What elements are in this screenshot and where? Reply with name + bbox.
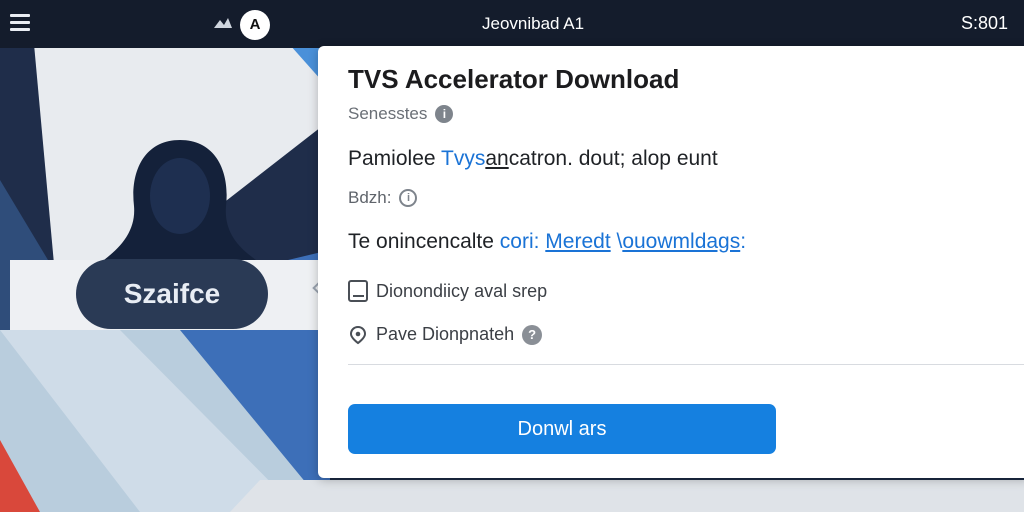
- option2-label: Pave Dionpnateh: [376, 324, 515, 344]
- option-row-1[interactable]: Dionondiicy aval srep: [348, 280, 547, 302]
- profile-name-pill[interactable]: Szaifce: [76, 259, 268, 329]
- option-row-2[interactable]: Pave Dionpnateh ?: [348, 324, 543, 345]
- app-logo[interactable]: A: [240, 10, 270, 40]
- link-colon: :: [740, 230, 747, 253]
- info-icon[interactable]: i: [435, 105, 454, 123]
- top-bar: A Jeovnibad A1 S:801: [0, 0, 1024, 48]
- document-icon: [348, 280, 368, 302]
- detail-label: Bdzh:: [348, 188, 392, 207]
- dialog-title: TVS Accelerator Download: [348, 64, 680, 94]
- option1-label: Dionondiicy: [376, 280, 470, 301]
- description-rest: catron. dout; alop eunt: [508, 147, 718, 170]
- download-dialog: TVS Accelerator Download Senesstes i Pam…: [318, 46, 1024, 478]
- link-meredt[interactable]: Meredt: [545, 230, 610, 253]
- subtitle-row: Senesstes i: [348, 104, 454, 124]
- links-prefix: Te onincencalte: [348, 230, 500, 253]
- description-row: Pamiolee Tvysancatron. dout; alop eunt: [348, 147, 718, 171]
- app-title: Jeovnibad A1: [482, 14, 585, 33]
- link-separator: \: [610, 230, 623, 253]
- wave-icon: [214, 18, 232, 28]
- links-row: Te onincencalte cori: Meredt \ouowmldags…: [348, 230, 746, 254]
- description-underlined: an: [485, 147, 509, 170]
- help-icon[interactable]: ?: [522, 324, 543, 345]
- link-cori[interactable]: cori:: [500, 230, 546, 253]
- location-pin-icon: [349, 325, 367, 344]
- option1-suffix: aval srep: [469, 280, 548, 301]
- clock: S:801: [960, 13, 1008, 33]
- hamburger-menu-icon[interactable]: [10, 14, 30, 34]
- description-prefix: Pamiolee: [348, 147, 442, 170]
- divider: [348, 364, 1024, 365]
- description-link[interactable]: Tvys: [441, 147, 485, 170]
- link-downloads[interactable]: ouowmldags: [622, 230, 740, 253]
- download-button[interactable]: Donwl ars: [348, 404, 776, 454]
- detail-info-icon[interactable]: i: [399, 189, 418, 207]
- dialog-subtitle: Senesstes: [348, 104, 428, 123]
- detail-row: Bdzh: i: [348, 188, 418, 208]
